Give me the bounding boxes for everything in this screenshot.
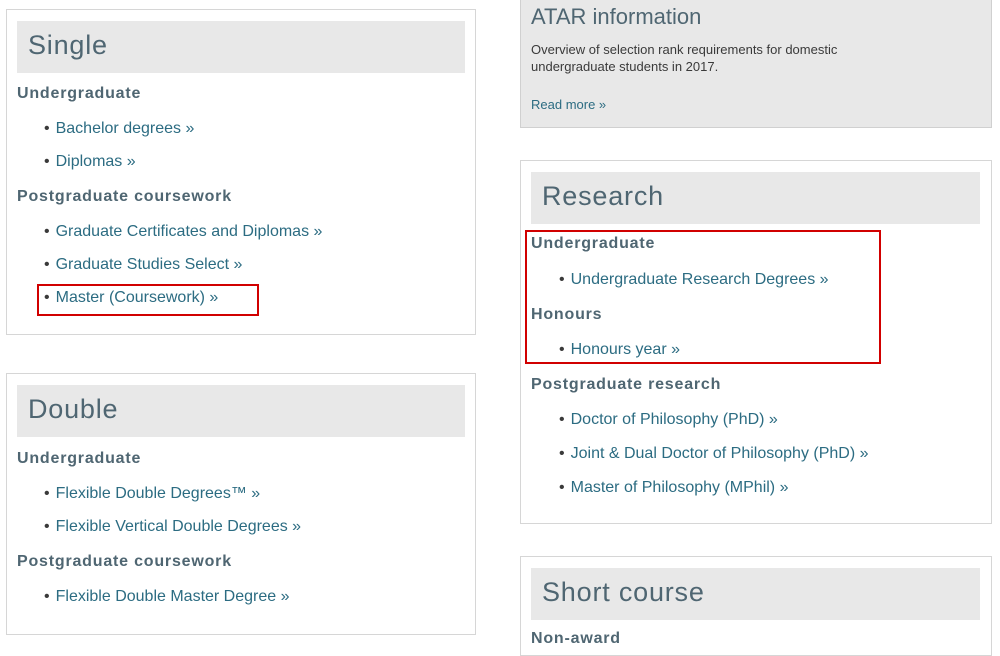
atar-description: Overview of selection rank requirements … [531,42,838,74]
single-undergraduate-label: Undergraduate [17,85,142,102]
highlight-master-coursework [37,284,259,316]
bullet: • [559,479,565,496]
link-joint-dual-doctor-of-philosophy[interactable]: • Joint & Dual Doctor of Philosophy (PhD)… [559,445,869,463]
bullet: • [44,485,50,502]
link-flexible-double-degrees[interactable]: • Flexible Double Degrees™ » [44,485,260,503]
link-label: Graduate Studies Select » [55,256,243,273]
bullet: • [44,153,50,170]
link-label: Flexible Double Master Degree » [55,588,290,605]
research-heading: Research [542,181,664,211]
bullet: • [44,120,50,137]
short-course-non-award-label: Non-award [531,630,621,647]
link-diplomas[interactable]: • Diplomas » [44,153,136,171]
link-doctor-of-philosophy[interactable]: • Doctor of Philosophy (PhD) » [559,411,778,429]
link-label: Flexible Vertical Double Degrees » [55,518,302,535]
link-bachelor-degrees[interactable]: • Bachelor degrees » [44,120,194,138]
research-postgraduate-label: Postgraduate research [531,376,722,393]
link-label: Joint & Dual Doctor of Philosophy (PhD) … [570,445,869,462]
link-label: Flexible Double Degrees™ » [55,485,261,502]
link-label: Master of Philosophy (MPhil) » [570,479,789,496]
bullet: • [44,588,50,605]
link-label: Diplomas » [55,153,136,170]
bullet: • [559,445,565,462]
bullet: • [44,518,50,535]
bullet: • [559,411,565,428]
short-course-heading: Short course [542,577,705,607]
link-master-of-philosophy[interactable]: • Master of Philosophy (MPhil) » [559,479,788,497]
link-label: Bachelor degrees » [55,120,195,137]
link-label: Doctor of Philosophy (PhD) » [570,411,778,428]
double-postgraduate-label: Postgraduate coursework [17,553,232,570]
link-flexible-double-master[interactable]: • Flexible Double Master Degree » [44,588,290,606]
atar-title: ATAR information [531,4,702,29]
atar-read-more-link[interactable]: Read more » [531,97,606,112]
link-graduate-certificates[interactable]: • Graduate Certificates and Diplomas » [44,223,322,241]
bullet: • [44,223,50,240]
link-label: Graduate Certificates and Diplomas » [55,223,323,240]
double-undergraduate-label: Undergraduate [17,450,142,467]
link-graduate-studies-select[interactable]: • Graduate Studies Select » [44,256,242,274]
single-heading: Single [28,30,108,60]
double-heading: Double [28,394,119,424]
link-flexible-vertical-double-degrees[interactable]: • Flexible Vertical Double Degrees » [44,518,301,536]
highlight-research-undergrad-honours [525,230,881,364]
bullet: • [44,256,50,273]
single-postgraduate-label: Postgraduate coursework [17,188,232,205]
